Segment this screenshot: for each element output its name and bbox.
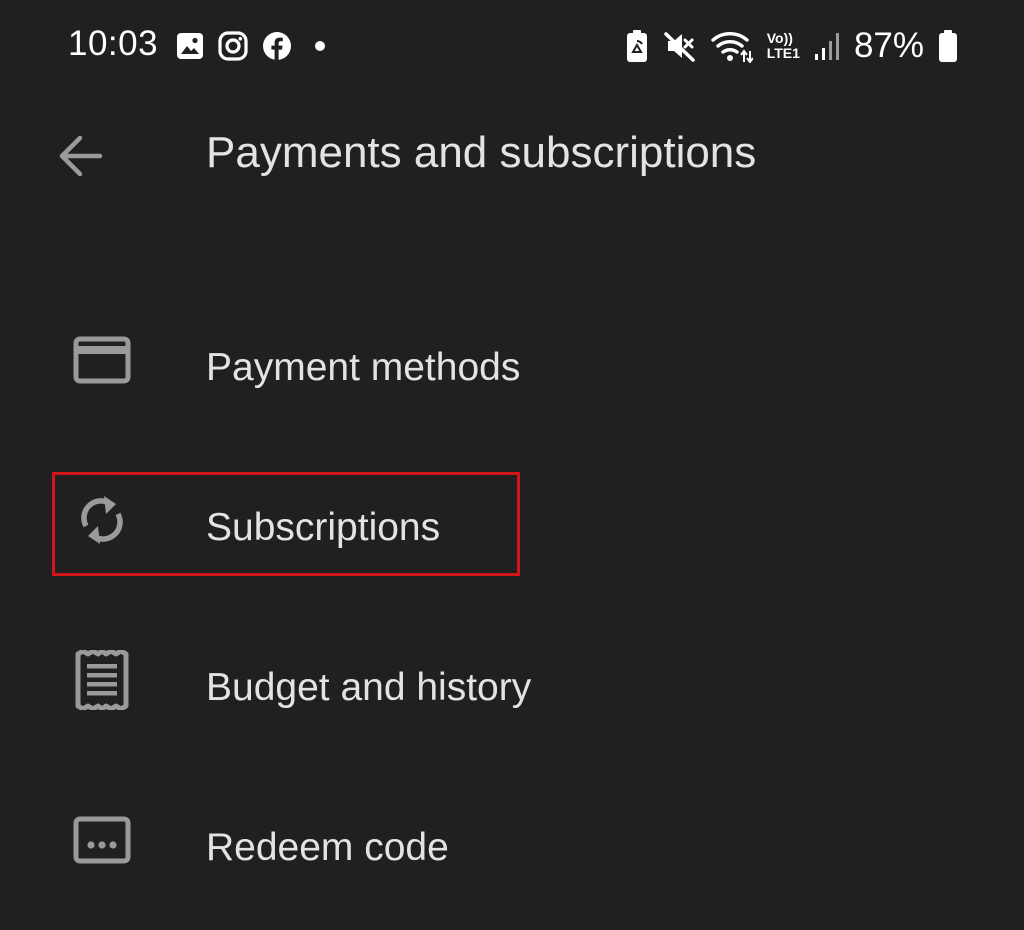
page-title: Payments and subscriptions: [206, 128, 757, 177]
instagram-icon: [218, 31, 248, 61]
battery-saver-icon: [626, 30, 647, 62]
battery-icon: [939, 30, 957, 62]
volte-icon: Vo)) LTE1: [767, 31, 800, 61]
status-bar: 10:03 Vo)) LTE1 87%: [0, 0, 1024, 90]
menu-item-label: Subscriptions: [206, 506, 441, 549]
lte-label: LTE1: [766, 45, 800, 61]
sync-icon: [66, 484, 138, 556]
volte-label: Vo)): [766, 30, 793, 46]
battery-percent: 87%: [853, 26, 924, 65]
facebook-icon: [263, 32, 291, 60]
menu-item-label: Budget and history: [206, 666, 532, 709]
back-button[interactable]: [50, 130, 110, 182]
app-bar: Payments and subscriptions: [0, 104, 1024, 204]
menu-item-redeem-code[interactable]: Redeem code: [0, 772, 1024, 892]
status-notification-icons: [176, 30, 334, 62]
menu-item-payment-methods[interactable]: Payment methods: [0, 292, 1024, 412]
gallery-icon: [177, 33, 203, 59]
status-system-icons: Vo)) LTE1 87%: [625, 26, 958, 66]
notification-dot-icon: [315, 41, 325, 51]
redeem-code-icon: [66, 804, 138, 876]
mute-icon: [663, 32, 695, 62]
menu-item-label: Redeem code: [206, 826, 449, 869]
wifi-icon: [711, 32, 753, 63]
menu-item-label: Payment methods: [206, 346, 521, 389]
receipt-icon: [66, 644, 138, 716]
credit-card-icon: [66, 324, 138, 396]
arrow-back-icon: [59, 135, 103, 177]
menu-item-subscriptions[interactable]: Subscriptions: [0, 452, 1024, 572]
signal-icon: [814, 33, 839, 60]
status-time: 10:03: [68, 24, 159, 63]
menu-item-budget-and-history[interactable]: Budget and history: [0, 612, 1024, 732]
